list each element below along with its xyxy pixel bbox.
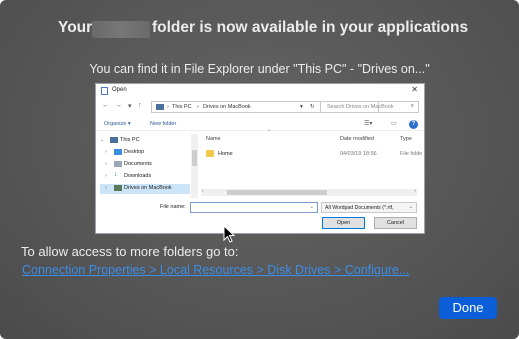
chevron-right-icon: ›: [105, 149, 107, 155]
file-row-date: 04/03/19 18:56: [340, 151, 377, 157]
headline-suffix: folder is now available in your applicat…: [152, 19, 469, 36]
preview-pane-icon: ▭: [391, 121, 397, 127]
chevron-right-icon: ›: [105, 161, 107, 167]
up-arrow-icon: ↑: [138, 102, 142, 109]
dialog-toolbar: Organize ▾ New folder ☰▾ ▭ ?: [96, 119, 424, 131]
address-dropdown-icon: ▾: [300, 104, 303, 110]
chevron-right-icon: ›: [105, 185, 107, 191]
dialog-titlebar: Open ✕: [96, 84, 424, 98]
redacted-folder-name: [92, 21, 150, 38]
open-dialog-screenshot: Open ✕ ← → ▾ ↑ › This PC › Drives on Mac…: [95, 83, 425, 234]
chevron-down-icon: ▾: [128, 103, 132, 110]
column-type: Type: [400, 136, 412, 142]
tree-item-documents: › Documents: [105, 161, 152, 167]
new-folder-button: New folder: [150, 121, 177, 127]
help-icon: ?: [409, 120, 418, 129]
file-name-field: ⌄: [190, 202, 318, 213]
allow-access-text: To allow access to more folders go to:: [21, 244, 239, 259]
search-icon: ⌕: [410, 103, 414, 109]
file-list-scrollbar: ‹ ›: [201, 188, 417, 196]
download-icon: ↓: [114, 171, 118, 178]
column-date: Date modified: [340, 136, 374, 142]
crumb-leaf: Drives on MacBook: [203, 104, 251, 110]
file-row-type: File folde: [400, 151, 423, 157]
back-arrow-icon: ←: [102, 102, 109, 109]
folder-tree: ⌄ This PC › Desktop › Documents › ↓ Down…: [100, 134, 196, 198]
drive-icon: [114, 185, 122, 191]
subline: You can find it in File Explorer under "…: [89, 62, 430, 76]
search-box: Search Drives on MacBook ⌕: [320, 101, 419, 113]
chevron-down-icon: ⌄: [408, 204, 413, 210]
file-name-row: File name: ⌄ All Wordpad Documents (*.rt…: [96, 202, 424, 214]
forward-arrow-icon: →: [115, 102, 122, 109]
file-type-select: All Wordpad Documents (*.rtf, ⌄: [321, 202, 417, 213]
organize-menu: Organize ▾: [104, 121, 131, 127]
open-button: Open: [322, 217, 365, 229]
refresh-icon: ↻: [310, 104, 315, 110]
pc-icon: [110, 137, 118, 143]
documents-icon: [114, 161, 122, 167]
sort-ascending-icon: ^: [268, 129, 271, 135]
pc-icon: [156, 104, 164, 110]
crumb-sep-2: ›: [197, 104, 199, 110]
tree-item-this-pc: ⌄ This PC: [100, 137, 140, 143]
crumb-sep-1: ›: [167, 104, 169, 110]
chevron-down-icon: ⌄: [309, 204, 314, 210]
mouse-pointer-icon: [223, 225, 236, 243]
folder-icon: [206, 150, 214, 157]
file-name-label: File name:: [160, 204, 186, 210]
search-placeholder: Search Drives on MacBook: [327, 104, 394, 110]
desktop-icon: [114, 149, 122, 155]
dialog-title: Open: [112, 87, 127, 93]
close-icon: ✕: [411, 85, 418, 94]
view-options-icon: ☰▾: [364, 121, 373, 127]
column-name: Name: [206, 136, 221, 142]
cancel-button: Cancel: [374, 217, 417, 229]
chevron-right-icon: ›: [105, 173, 107, 179]
file-row-name: Home: [218, 151, 233, 157]
navigation-bar: ← → ▾ ↑ › This PC › Drives on MacBook ▾ …: [96, 100, 424, 114]
tree-scrollbar: [191, 134, 198, 198]
configure-drives-link[interactable]: Connection Properties > Local Resources …: [22, 263, 409, 277]
headline: Your folder is now available in your app…: [0, 19, 519, 43]
done-button[interactable]: Done: [439, 297, 497, 319]
document-icon: [101, 87, 108, 95]
tree-item-downloads: › ↓ Downloads: [105, 171, 152, 179]
headline-prefix: Your: [58, 19, 93, 36]
dialog-sheet: Your folder is now available in your app…: [0, 0, 519, 339]
tree-item-drives-on-macbook: › Drives on MacBook: [100, 184, 190, 194]
tree-item-desktop: › Desktop: [105, 149, 145, 155]
crumb-root: This PC: [172, 104, 192, 110]
chevron-down-icon: ⌄: [100, 137, 105, 143]
